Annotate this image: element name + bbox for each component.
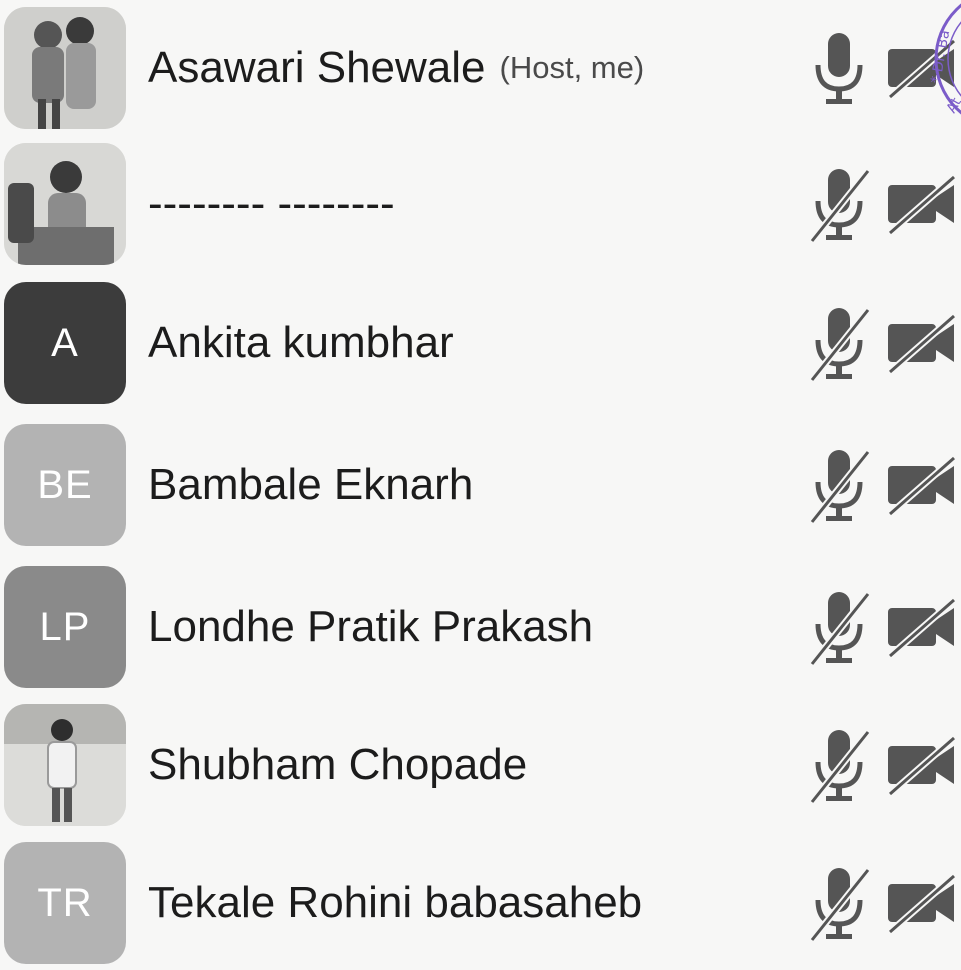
participant-row[interactable]: -------- -------- bbox=[0, 143, 961, 271]
participant-name: -------- -------- bbox=[148, 179, 395, 228]
video-off-icon[interactable] bbox=[884, 312, 961, 374]
microphone-muted-icon[interactable] bbox=[808, 866, 872, 942]
participant-role-tag: (Host, me) bbox=[499, 50, 645, 85]
avatar: TR bbox=[4, 842, 126, 964]
participant-row[interactable]: Asawari Shewale (Host, me) bbox=[0, 7, 961, 135]
participant-row[interactable]: TR Tekale Rohini babasaheb bbox=[0, 842, 961, 970]
avatar bbox=[4, 7, 126, 129]
avatar bbox=[4, 143, 126, 265]
video-off-icon[interactable] bbox=[884, 37, 961, 99]
microphone-muted-icon[interactable] bbox=[808, 167, 872, 243]
avatar: A bbox=[4, 282, 126, 404]
microphone-icon[interactable] bbox=[808, 31, 872, 107]
participant-row[interactable]: A Ankita kumbhar bbox=[0, 282, 961, 410]
participant-name: Shubham Chopade bbox=[148, 740, 528, 789]
video-off-icon[interactable] bbox=[884, 173, 961, 235]
avatar bbox=[4, 704, 126, 826]
participant-name: Ankita kumbhar bbox=[148, 318, 454, 367]
microphone-muted-icon[interactable] bbox=[808, 306, 872, 382]
participant-row[interactable]: Shubham Chopade bbox=[0, 704, 961, 832]
microphone-muted-icon[interactable] bbox=[808, 448, 872, 524]
video-off-icon[interactable] bbox=[884, 734, 961, 796]
video-off-icon[interactable] bbox=[884, 596, 961, 658]
microphone-muted-icon[interactable] bbox=[808, 590, 872, 666]
participant-row[interactable]: BE Bambale Eknarh bbox=[0, 424, 961, 552]
participant-name: Londhe Pratik Prakash bbox=[148, 602, 594, 651]
participant-row[interactable]: LP Londhe Pratik Prakash bbox=[0, 566, 961, 694]
avatar: BE bbox=[4, 424, 126, 546]
video-off-icon[interactable] bbox=[884, 454, 961, 516]
video-off-icon[interactable] bbox=[884, 872, 961, 934]
participant-name: Asawari Shewale (Host, me) bbox=[148, 43, 645, 92]
avatar: LP bbox=[4, 566, 126, 688]
participant-name: Bambale Eknarh bbox=[148, 460, 474, 509]
microphone-muted-icon[interactable] bbox=[808, 728, 872, 804]
participant-name: Tekale Rohini babasaheb bbox=[148, 878, 643, 927]
participants-list: Asawari Shewale (Host, me) -------- ----… bbox=[0, 0, 961, 964]
